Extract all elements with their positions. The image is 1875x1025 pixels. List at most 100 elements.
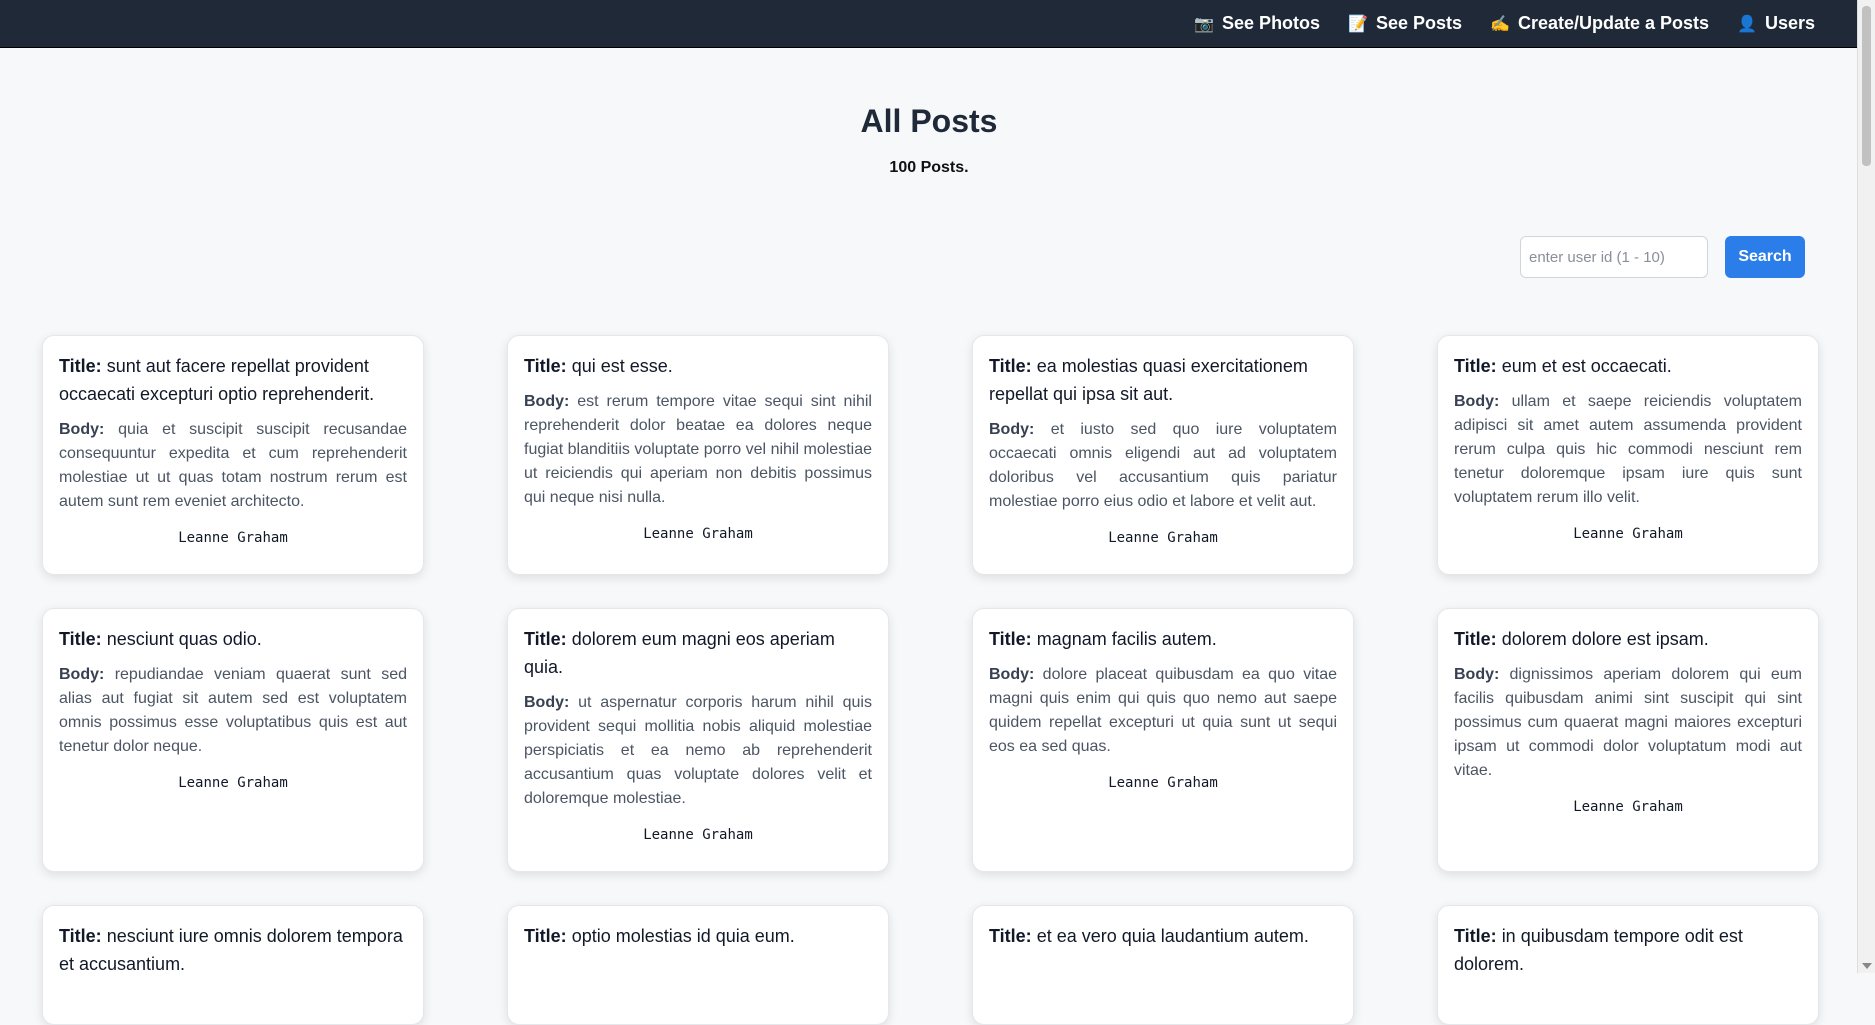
post-title-text: et ea vero quia laudantium autem.	[1036, 926, 1309, 946]
title-label: Title:	[1454, 629, 1497, 649]
nav-users[interactable]: 👤 Users	[1737, 13, 1815, 34]
post-body: Body: est rerum tempore vitae sequi sint…	[524, 390, 872, 510]
post-title: Title: optio molestias id quia eum.	[524, 922, 872, 950]
post-card: Title: eum et est occaecati. Body: ullam…	[1437, 335, 1819, 575]
post-title: Title: nesciunt iure omnis dolorem tempo…	[59, 922, 407, 978]
post-author: Leanne Graham	[1573, 799, 1683, 815]
search-button[interactable]: Search	[1725, 236, 1805, 278]
post-body-text: et iusto sed quo iure voluptatem occaeca…	[989, 421, 1337, 510]
main-nav: 📷 See Photos 📝 See Posts ✍️ Create/Updat…	[1166, 13, 1875, 34]
post-title-text: qui est esse.	[571, 356, 673, 376]
post-body-text: repudiandae veniam quaerat sunt sed alia…	[59, 666, 407, 755]
post-title: Title: ea molestias quasi exercitationem…	[989, 352, 1337, 408]
post-title: Title: dolorem dolore est ipsam.	[1454, 625, 1802, 653]
post-card: Title: optio molestias id quia eum.	[507, 905, 889, 1025]
post-body-text: dignissimos aperiam dolorem qui eum faci…	[1454, 666, 1802, 779]
post-title-text: dolorem eum magni eos aperiam quia.	[524, 629, 835, 677]
post-count: 100 Posts.	[889, 159, 969, 176]
body-label: Body:	[524, 694, 570, 711]
post-title: Title: et ea vero quia laudantium autem.	[989, 922, 1337, 950]
post-card: Title: et ea vero quia laudantium autem.	[972, 905, 1354, 1025]
title-label: Title:	[1454, 926, 1497, 946]
post-title: Title: magnam facilis autem.	[989, 625, 1337, 653]
body-label: Body:	[1454, 393, 1500, 410]
post-body-text: ullam et saepe reiciendis voluptatem adi…	[1454, 393, 1802, 506]
post-body: Body: dignissimos aperiam dolorem qui eu…	[1454, 663, 1802, 783]
nav-create-update-post[interactable]: ✍️ Create/Update a Posts	[1490, 13, 1709, 34]
post-card: Title: sunt aut facere repellat providen…	[42, 335, 424, 575]
post-title: Title: eum et est occaecati.	[1454, 352, 1802, 380]
post-title-text: nesciunt iure omnis dolorem tempora et a…	[59, 926, 403, 974]
post-card: Title: in quibusdam tempore odit est dol…	[1437, 905, 1819, 1025]
post-body: Body: ut aspernatur corporis harum nihil…	[524, 691, 872, 811]
post-card: Title: qui est esse. Body: est rerum tem…	[507, 335, 889, 575]
post-author: Leanne Graham	[1108, 530, 1218, 546]
post-card: Title: magnam facilis autem. Body: dolor…	[972, 608, 1354, 872]
top-navbar: 📷 See Photos 📝 See Posts ✍️ Create/Updat…	[0, 0, 1875, 48]
nav-create-update-post-label: Create/Update a Posts	[1517, 13, 1710, 33]
title-label: Title:	[524, 926, 567, 946]
post-title-text: eum et est occaecati.	[1501, 356, 1672, 376]
post-body: Body: dolore placeat quibusdam ea quo vi…	[989, 663, 1337, 759]
post-title-text: nesciunt quas odio.	[106, 629, 262, 649]
scroll-down-arrow-icon[interactable]	[1862, 963, 1872, 969]
post-body-text: est rerum tempore vitae sequi sint nihil…	[524, 393, 872, 506]
post-body-text: dolore placeat quibusdam ea quo vitae ma…	[989, 666, 1337, 755]
title-label: Title:	[989, 629, 1032, 649]
post-card: Title: nesciunt quas odio. Body: repudia…	[42, 608, 424, 872]
page-scrollbar[interactable]	[1857, 0, 1875, 973]
post-title-text: ea molestias quasi exercitationem repell…	[989, 356, 1308, 404]
camera-icon: 📷	[1194, 15, 1215, 33]
title-label: Title:	[524, 356, 567, 376]
post-title: Title: qui est esse.	[524, 352, 872, 380]
user-id-search-input[interactable]	[1520, 236, 1708, 278]
body-label: Body:	[1454, 666, 1500, 683]
nav-see-posts[interactable]: 📝 See Posts	[1348, 13, 1462, 34]
body-label: Body:	[59, 421, 105, 438]
post-title: Title: sunt aut facere repellat providen…	[59, 352, 407, 408]
page-title: All Posts	[860, 103, 998, 139]
post-title: Title: in quibusdam tempore odit est dol…	[1454, 922, 1802, 978]
post-card: Title: ea molestias quasi exercitationem…	[972, 335, 1354, 575]
user-icon: 👤	[1737, 15, 1757, 33]
post-body: Body: repudiandae veniam quaerat sunt se…	[59, 663, 407, 759]
post-card: Title: dolorem eum magni eos aperiam qui…	[507, 608, 889, 872]
nav-see-posts-label: See Posts	[1375, 13, 1463, 33]
post-title-text: optio molestias id quia eum.	[571, 926, 795, 946]
nav-see-photos[interactable]: 📷 See Photos	[1194, 13, 1320, 34]
post-author: Leanne Graham	[178, 775, 288, 791]
post-title-text: sunt aut facere repellat provident occae…	[59, 356, 375, 404]
post-body: Body: ullam et saepe reiciendis voluptat…	[1454, 390, 1802, 510]
post-body-text: ut aspernatur corporis harum nihil quis …	[524, 694, 872, 807]
post-card: Title: nesciunt iure omnis dolorem tempo…	[42, 905, 424, 1025]
post-author: Leanne Graham	[643, 827, 753, 843]
scrollbar-thumb[interactable]	[1862, 6, 1871, 166]
title-label: Title:	[59, 356, 102, 376]
body-label: Body:	[989, 421, 1035, 438]
nav-users-label: Users	[1764, 13, 1815, 33]
post-title: Title: dolorem eum magni eos aperiam qui…	[524, 625, 872, 681]
title-label: Title:	[989, 926, 1032, 946]
post-author: Leanne Graham	[1573, 526, 1683, 542]
post-title: Title: nesciunt quas odio.	[59, 625, 407, 653]
post-author: Leanne Graham	[1108, 775, 1218, 791]
title-label: Title:	[989, 356, 1032, 376]
post-title-text: in quibusdam tempore odit est dolorem.	[1454, 926, 1743, 974]
post-author: Leanne Graham	[643, 526, 753, 542]
memo-icon: 📝	[1348, 15, 1368, 33]
title-label: Title:	[1454, 356, 1497, 376]
title-label: Title:	[59, 629, 102, 649]
title-label: Title:	[59, 926, 102, 946]
body-label: Body:	[59, 666, 105, 683]
post-title-text: magnam facilis autem.	[1036, 629, 1217, 649]
post-card: Title: dolorem dolore est ipsam. Body: d…	[1437, 608, 1819, 872]
posts-grid: Title: sunt aut facere repellat providen…	[42, 335, 1819, 1025]
post-body-text: quia et suscipit suscipit recusandae con…	[59, 421, 407, 510]
body-label: Body:	[524, 393, 570, 410]
post-title-text: dolorem dolore est ipsam.	[1501, 629, 1709, 649]
post-body: Body: et iusto sed quo iure voluptatem o…	[989, 418, 1337, 514]
post-author: Leanne Graham	[178, 530, 288, 546]
post-body: Body: quia et suscipit suscipit recusand…	[59, 418, 407, 514]
title-label: Title:	[524, 629, 567, 649]
nav-see-photos-label: See Photos	[1222, 13, 1321, 33]
